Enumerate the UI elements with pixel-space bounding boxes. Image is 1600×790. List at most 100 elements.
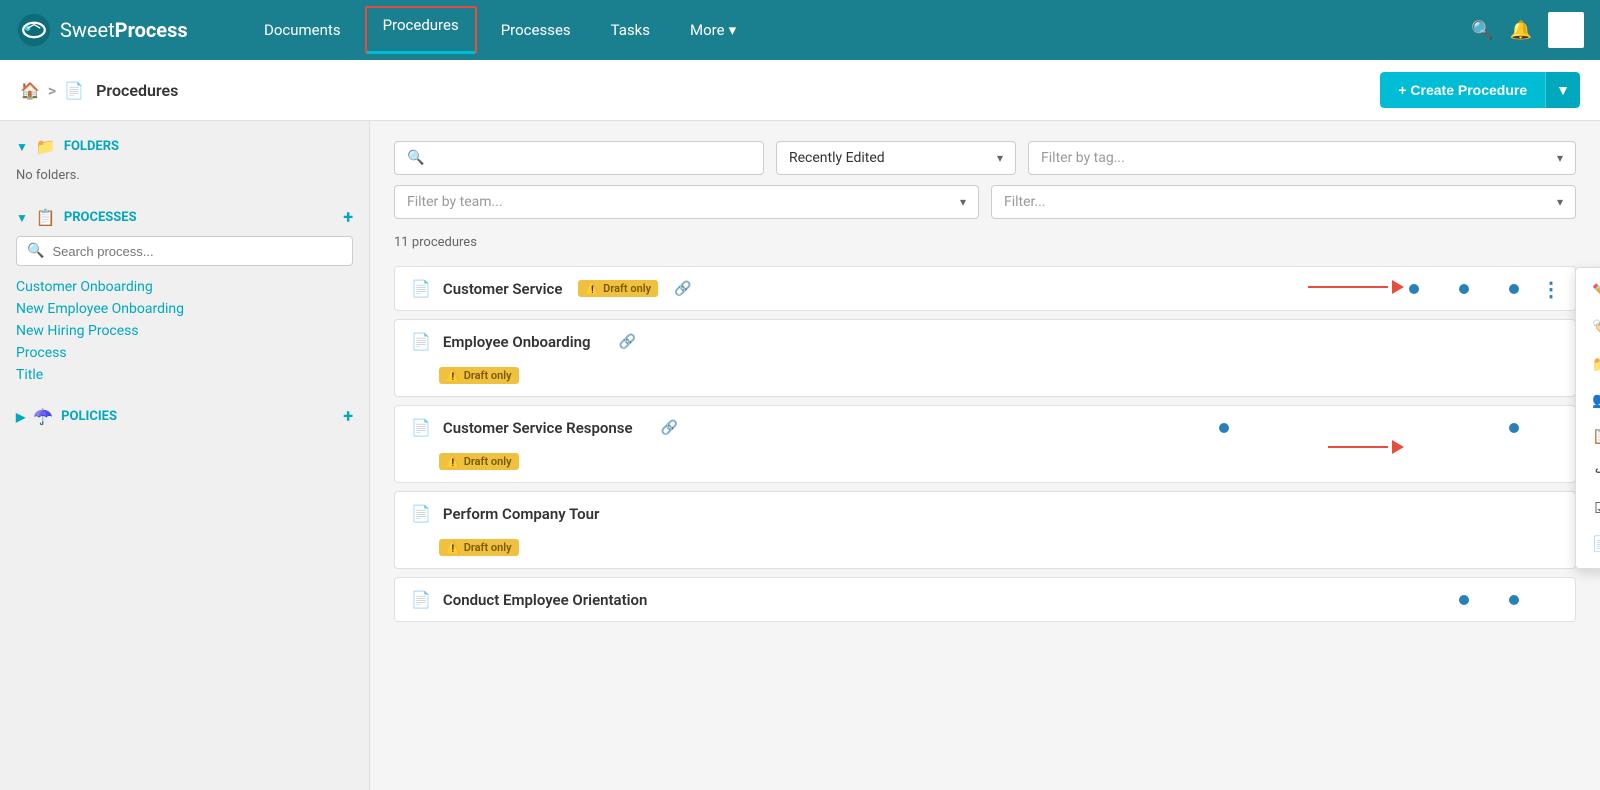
- search-icon: 🔍: [407, 150, 424, 166]
- warning-icon: ⚠️: [585, 282, 599, 295]
- folders-chevron[interactable]: ▼: [16, 140, 28, 154]
- filters-row-1: 🔍 Recently Edited ▾ Filter by tag... ▾: [394, 141, 1576, 175]
- link-icon[interactable]: 🔗: [674, 281, 691, 297]
- procedure-name[interactable]: Conduct Employee Orientation: [443, 591, 648, 609]
- procedure-item-employee-onboarding: 📄 Employee Onboarding 🔗 ⚠️ Draft only: [394, 319, 1576, 397]
- breadcrumb-separator: >: [48, 81, 56, 100]
- procedure-name[interactable]: Perform Company Tour: [443, 505, 599, 523]
- link-icon[interactable]: 🔗: [619, 334, 636, 350]
- sidebar-item-title[interactable]: Title: [16, 364, 353, 386]
- dropdown-duplicate[interactable]: 📋 Duplicate: [1576, 418, 1600, 454]
- procedure-info: Conduct Employee Orientation: [443, 591, 1447, 609]
- process-search-box: 🔍: [16, 236, 353, 266]
- sidebar-processes-section: ▼ 📋 PROCESSES + 🔍 Customer Onboarding Ne…: [16, 207, 353, 386]
- search-icon[interactable]: 🔍: [1471, 20, 1493, 41]
- sidebar-item-process[interactable]: Process: [16, 342, 353, 364]
- create-procedure-group: + Create Procedure ▼: [1380, 72, 1580, 108]
- blue-dot: [1509, 284, 1519, 294]
- procedure-search-input[interactable]: [432, 150, 751, 166]
- sidebar-policies-section: ▶ ☂️ POLICIES +: [16, 406, 353, 427]
- dropdown-assign-as-task[interactable]: ☑ Assign as Task: [1576, 490, 1600, 526]
- more-options-button[interactable]: ⋮: [1541, 277, 1563, 301]
- procedure-item-perform-company-tour: 📄 Perform Company Tour ⚠️ Draft only: [394, 491, 1576, 569]
- search-filter: 🔍: [394, 141, 764, 175]
- dropdown-folders[interactable]: 📁 Folders: [1576, 346, 1600, 382]
- blue-dot: [1459, 284, 1469, 294]
- processes-chevron[interactable]: ▼: [16, 211, 28, 225]
- folders-title: ▼ 📁 FOLDERS: [16, 137, 119, 156]
- logo[interactable]: SweetProcess: [16, 12, 216, 48]
- dropdown-teams[interactable]: 👥 Teams: [1576, 382, 1600, 418]
- draft-badge: ⚠️ Draft only: [578, 280, 658, 297]
- policies-icon: ☂️: [33, 407, 53, 426]
- processes-title: ▼ 📋 PROCESSES: [16, 208, 137, 227]
- dropdown-edit[interactable]: ✏️ Edit: [1576, 274, 1600, 310]
- procedure-icon: 📄: [411, 504, 431, 523]
- home-link[interactable]: 🏠: [20, 81, 40, 100]
- add-process-button[interactable]: +: [343, 207, 353, 228]
- content-area: 🔍 Recently Edited ▾ Filter by tag... ▾ F…: [370, 121, 1600, 790]
- chevron-down-icon: ▾: [1557, 195, 1563, 209]
- add-policy-button[interactable]: +: [343, 406, 353, 427]
- team-filter[interactable]: Filter by team... ▾: [394, 185, 979, 219]
- status-filter[interactable]: Filter... ▾: [991, 185, 1576, 219]
- chevron-down-icon: ▾: [729, 21, 737, 39]
- page-title: Procedures: [96, 81, 178, 100]
- procedure-icon: 📄: [411, 279, 431, 298]
- procedure-name[interactable]: Customer Service Response: [443, 419, 633, 437]
- nav-procedures[interactable]: Procedures: [365, 6, 477, 54]
- red-arrow-indicator-1: [1308, 280, 1404, 294]
- draft-badge: ⚠️ Draft only: [439, 453, 519, 470]
- dot-indicators: [1409, 284, 1519, 294]
- sidebar-item-customer-onboarding[interactable]: Customer Onboarding: [16, 276, 353, 298]
- blue-dot: [1409, 284, 1419, 294]
- procedure-icon: 📄: [411, 590, 431, 609]
- procedure-name[interactable]: Employee Onboarding: [443, 333, 591, 351]
- sort-filter[interactable]: Recently Edited ▾: [776, 141, 1016, 175]
- sidebar-folders-section: ▼ 📁 FOLDERS No folders.: [16, 137, 353, 187]
- dropdown-share[interactable]: ↪ Share: [1576, 454, 1600, 490]
- chevron-down-icon: ▾: [1557, 151, 1563, 165]
- procedure-dropdown-menu: ✏️ Edit 🏷️ Edit tags 📁 Folders 👥 Teams: [1575, 267, 1600, 569]
- main-layout: ▼ 📁 FOLDERS No folders. ▼ 📋 PROCESSES + …: [0, 121, 1600, 790]
- link-icon[interactable]: 🔗: [661, 420, 678, 436]
- nav-processes[interactable]: Processes: [485, 13, 587, 47]
- sidebar-item-new-hiring-process[interactable]: New Hiring Process: [16, 320, 353, 342]
- nav-more[interactable]: More ▾: [674, 13, 752, 47]
- export-icon: 📄: [1592, 535, 1600, 553]
- dot-indicators: [1459, 595, 1519, 605]
- policies-chevron[interactable]: ▶: [16, 410, 25, 424]
- dot-indicators: [1219, 423, 1519, 433]
- procedure-name[interactable]: Customer Service: [443, 280, 563, 298]
- policies-title: ▶ ☂️ POLICIES: [16, 407, 117, 426]
- warning-icon: ⚠️: [446, 541, 460, 554]
- procedures-list: 📄 Customer Service ⚠️ Draft only 🔗 ⋮: [394, 266, 1576, 622]
- sidebar-item-new-employee-onboarding[interactable]: New Employee Onboarding: [16, 298, 353, 320]
- create-procedure-button[interactable]: + Create Procedure: [1380, 72, 1545, 108]
- search-icon: 🔍: [27, 243, 44, 259]
- avatar[interactable]: [1548, 12, 1584, 48]
- no-folders-text: No folders.: [16, 164, 353, 187]
- breadcrumb: 🏠 > 📄 Procedures: [20, 81, 178, 100]
- bell-icon[interactable]: 🔔: [1510, 20, 1532, 41]
- edit-icon: ✏️: [1592, 283, 1600, 301]
- tag-icon: 🏷️: [1592, 319, 1600, 337]
- tag-filter[interactable]: Filter by tag... ▾: [1028, 141, 1576, 175]
- folder-icon: 📁: [1592, 355, 1600, 373]
- process-search-input[interactable]: [52, 244, 342, 259]
- policies-header: ▶ ☂️ POLICIES +: [16, 406, 353, 427]
- dropdown-export[interactable]: 📄 Export: [1576, 526, 1600, 562]
- nav-documents[interactable]: Documents: [248, 13, 357, 47]
- teams-icon: 👥: [1592, 391, 1600, 409]
- breadcrumb-bar: 🏠 > 📄 Procedures + Create Procedure ▼: [0, 60, 1600, 121]
- sort-label: Recently Edited: [789, 150, 989, 166]
- chevron-down-icon: ▾: [997, 151, 1003, 165]
- draft-badge: ⚠️ Draft only: [439, 539, 519, 556]
- procedure-info: Customer Service ⚠️ Draft only 🔗: [443, 280, 1397, 298]
- filters-row-2: Filter by team... ▾ Filter... ▾: [394, 185, 1576, 219]
- top-navigation: SweetProcess Documents Procedures Proces…: [0, 0, 1600, 60]
- dropdown-edit-tags[interactable]: 🏷️ Edit tags: [1576, 310, 1600, 346]
- create-procedure-dropdown-button[interactable]: ▼: [1545, 72, 1580, 108]
- tag-placeholder: Filter by tag...: [1041, 150, 1549, 166]
- nav-tasks[interactable]: Tasks: [595, 13, 666, 47]
